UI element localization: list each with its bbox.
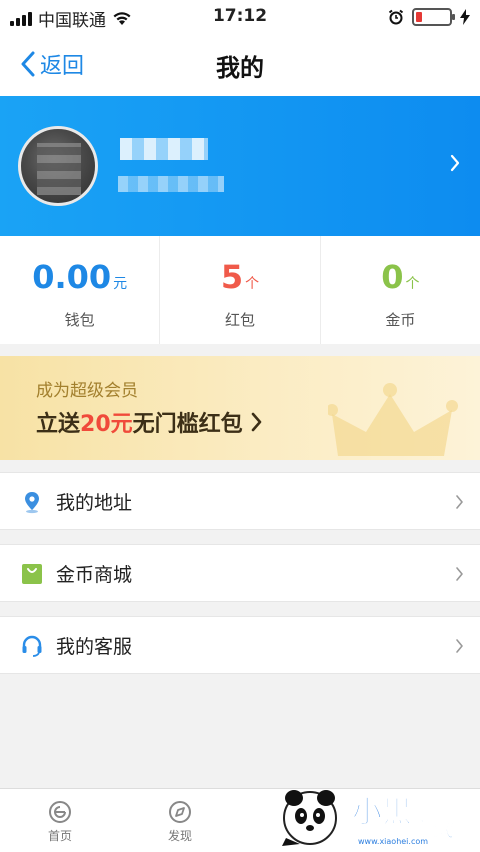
chevron-right-icon [251,412,261,432]
charging-bolt-icon [460,9,470,25]
status-bar: 中国联通 17:12 [0,0,480,34]
stat-red-packet[interactable]: 5个 红包 [160,236,321,344]
stat-value-red-packet: 5个 [220,258,260,296]
stat-label-red-packet: 红包 [224,311,255,329]
status-right [388,8,470,26]
nav-bar: 返回 我的 [0,34,480,96]
vip-promo-banner[interactable]: 成为超级会员 立送 20元 无门槛红包 [0,356,480,460]
compass-icon [169,801,191,823]
shopping-bag-icon [22,564,42,584]
stat-value-wallet: 0.00 元 [32,258,128,296]
headset-icon [22,635,42,657]
menu-item-address[interactable]: 我的地址 [0,472,480,530]
svg-text:www.xiaohei.com: www.xiaohei.com [358,837,428,846]
promo-headline: 立送 20元 无门槛红包 [36,406,263,438]
chevron-right-icon [456,639,463,653]
alarm-icon [388,9,404,25]
stats-row: 0.00 元 钱包 5个 红包 0个 金币 [0,236,480,344]
xiaohei-logo: 小黑 游戏 www.xiaohei.com [282,790,454,846]
stat-coins[interactable]: 0个 金币 [321,236,480,344]
menu-label-coin-mall: 金币商城 [56,563,133,586]
avatar-blur [37,143,81,195]
menu-label-address: 我的地址 [56,491,133,514]
profile-card[interactable] [0,96,480,236]
stat-label-coins: 金币 [385,311,416,329]
stat-value-coins: 0个 [381,258,420,296]
tab-discover[interactable]: 发现 [120,789,240,852]
promo-subtitle: 成为超级会员 [36,381,138,401]
home-e-icon [49,801,71,823]
page-title: 我的 [216,54,264,82]
svg-text:小黑: 小黑 [352,795,412,830]
battery-level [416,12,423,22]
stat-wallet[interactable]: 0.00 元 钱包 [0,236,161,344]
chevron-right-icon [456,567,463,581]
crown-icon [328,383,458,456]
location-pin-icon [25,492,39,514]
stat-label-wallet: 钱包 [64,311,95,329]
menu-item-coin-mall[interactable]: 金币商城 [0,544,480,602]
chevron-right-icon [450,154,460,172]
tab-home[interactable]: 首页 [0,789,120,852]
menu-label-customer-service: 我的客服 [56,635,133,658]
user-subtitle-blurred [118,176,224,192]
username-blurred [120,138,208,160]
tab-label-discover: 发现 [167,829,192,843]
battery-icon [412,8,455,26]
tab-label-home: 首页 [47,829,72,843]
menu-item-customer-service[interactable]: 我的客服 [0,616,480,674]
avatar [18,126,98,206]
chevron-right-icon [456,495,463,509]
